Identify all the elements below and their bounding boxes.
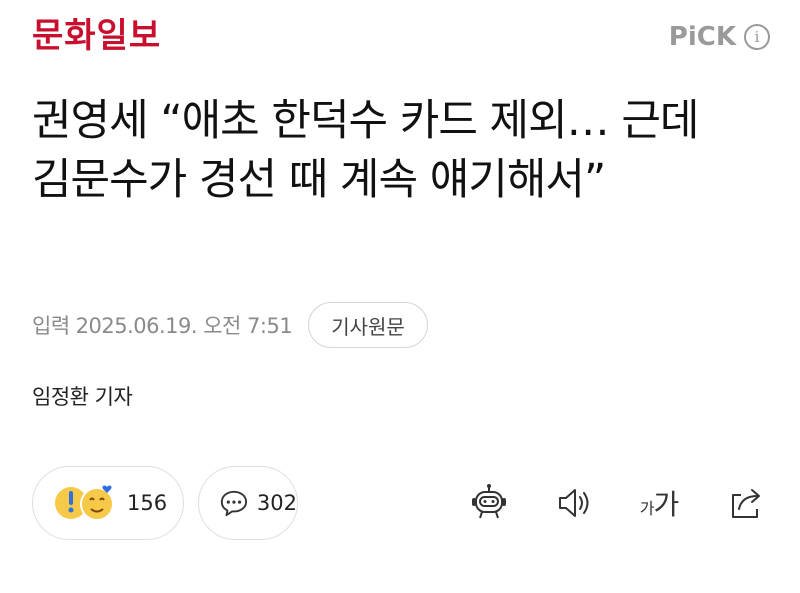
share-button[interactable] bbox=[722, 478, 768, 528]
article-meta: 입력 2025.06.19. 오전 7:51 기사원문 bbox=[32, 302, 428, 348]
pick-badge[interactable]: PiCK i bbox=[669, 22, 770, 52]
original-article-button[interactable]: 기사원문 bbox=[308, 302, 428, 348]
heart-eyes-emoji-icon bbox=[80, 485, 114, 521]
reaction-button[interactable]: 156 bbox=[32, 466, 184, 540]
action-bar: 156 302 bbox=[32, 466, 298, 540]
publish-date: 2025.06.19. 오전 7:51 bbox=[75, 314, 293, 338]
reaction-emojis bbox=[53, 483, 119, 523]
reporter-name[interactable]: 임정환 기자 bbox=[32, 381, 133, 411]
speaker-icon bbox=[559, 489, 589, 517]
font-size-icon: 가가 bbox=[639, 488, 679, 521]
listen-button[interactable] bbox=[552, 478, 596, 528]
robot-summary-icon bbox=[472, 484, 506, 519]
reaction-count: 156 bbox=[127, 491, 168, 515]
pick-label: PiCK bbox=[668, 22, 736, 52]
summary-bot-button[interactable] bbox=[466, 478, 512, 528]
info-icon[interactable]: i bbox=[744, 24, 770, 50]
font-size-button[interactable]: 가가 bbox=[634, 478, 684, 528]
comment-button[interactable]: 302 bbox=[198, 466, 298, 540]
date-label: 입력 bbox=[32, 314, 70, 338]
article-headline: 권영세 “애초 한덕수 카드 제외… 근데 김문수가 경선 때 계속 얘기해서” bbox=[32, 96, 699, 205]
comment-count: 302 bbox=[256, 491, 297, 515]
share-icon bbox=[732, 489, 760, 518]
publisher-logo[interactable]: 문화일보 bbox=[32, 14, 161, 58]
header: 문화일보 PiCK i bbox=[0, 0, 800, 70]
comment-icon bbox=[220, 490, 248, 517]
